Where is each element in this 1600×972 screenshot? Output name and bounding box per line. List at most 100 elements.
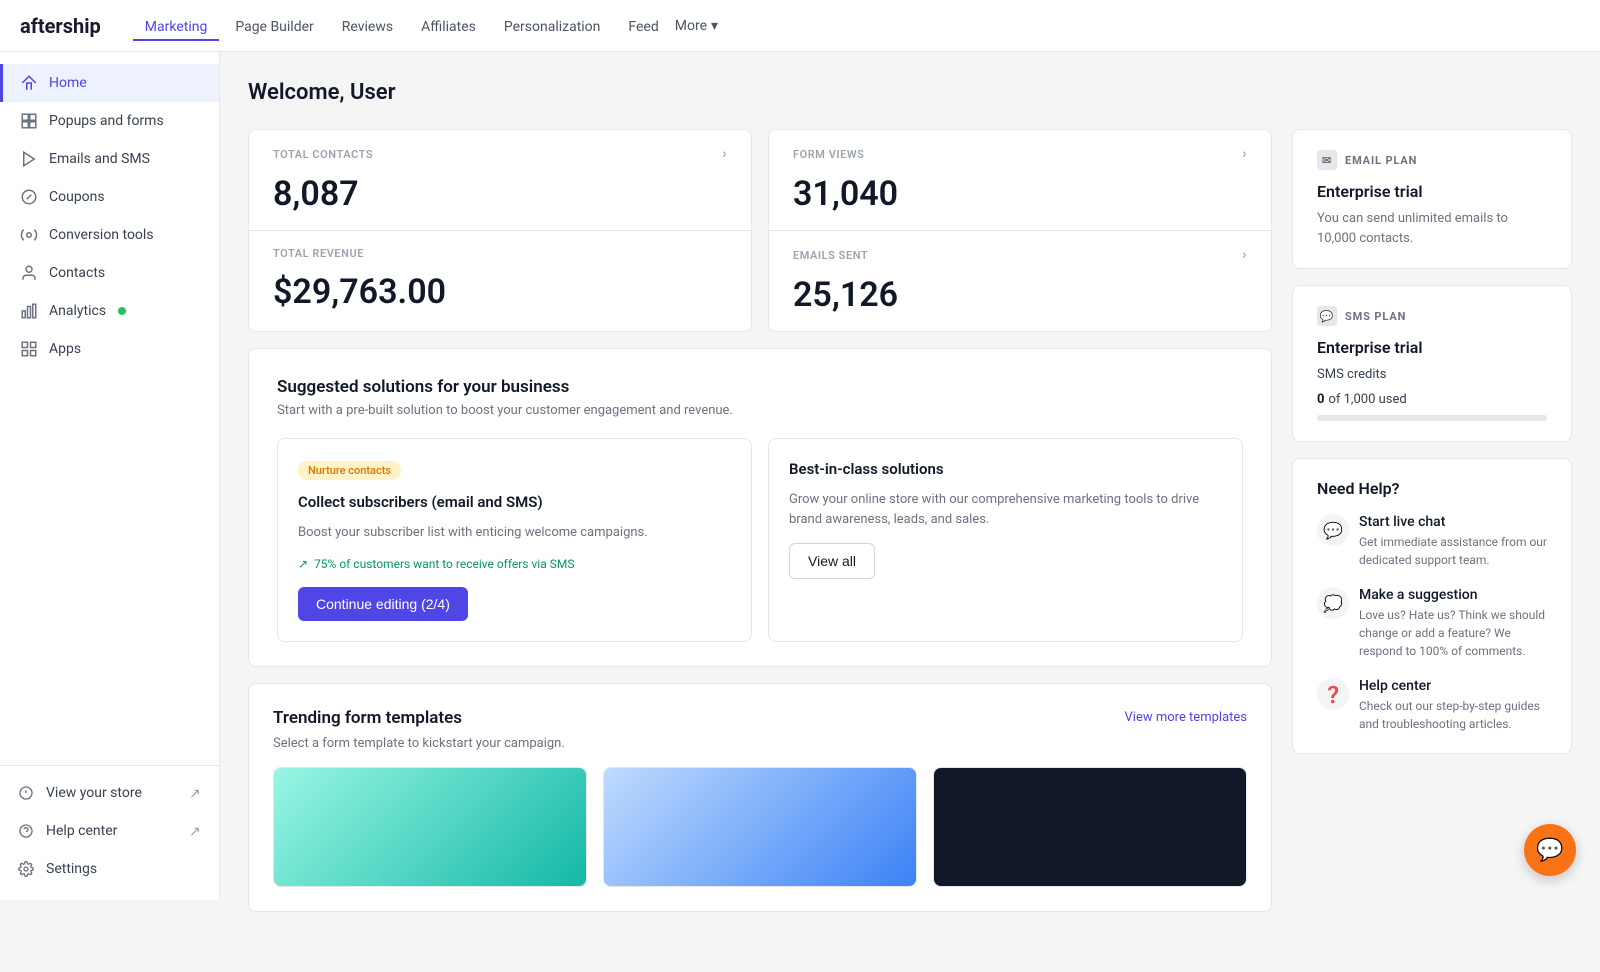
chevron-down-icon: ▾ <box>711 18 718 34</box>
solutions-title: Suggested solutions for your business <box>277 377 1243 397</box>
main-content: Welcome, User TOTAL CONTACTS › 8,087 <box>220 52 1600 972</box>
view-all-button[interactable]: View all <box>789 543 875 579</box>
live-chat-desc: Get immediate assistance from our dedica… <box>1359 533 1547 569</box>
sms-credits-amount: 0 of 1,000 used <box>1317 392 1547 407</box>
nav-item-reviews[interactable]: Reviews <box>330 16 405 35</box>
external-link-icon-2: ↗ <box>189 824 203 838</box>
nav-item-page-builder[interactable]: Page Builder <box>223 16 325 35</box>
form-views-arrow[interactable]: › <box>1242 146 1247 162</box>
emails-icon <box>19 149 39 169</box>
nav-link-marketing[interactable]: Marketing <box>133 13 220 41</box>
sidebar-help-center[interactable]: Help center ↗ <box>0 812 219 850</box>
nav-link-feed[interactable]: Feed <box>616 13 670 41</box>
total-revenue-section: TOTAL REVENUE $29,763.00 <box>249 231 751 328</box>
sidebar-view-store[interactable]: View your store ↗ <box>0 774 219 812</box>
sidebar-item-emails[interactable]: Emails and SMS <box>0 140 219 178</box>
help-icon <box>16 821 36 841</box>
conversion-icon <box>19 225 39 245</box>
nav-link-affiliates[interactable]: Affiliates <box>409 13 488 41</box>
sms-plan-header: 💬 SMS PLAN <box>1317 306 1547 326</box>
continue-editing-button[interactable]: Continue editing (2/4) <box>298 587 468 621</box>
template-preview-1[interactable] <box>273 767 587 887</box>
sidebar-item-conversion[interactable]: Conversion tools <box>0 216 219 254</box>
nav-link-page-builder[interactable]: Page Builder <box>223 13 325 41</box>
sidebar-item-home[interactable]: Home <box>0 64 219 102</box>
solution-item-1-desc: Boost your subscriber list with enticing… <box>298 523 731 543</box>
chat-fab-icon: 💬 <box>1536 838 1563 863</box>
nav-link-reviews[interactable]: Reviews <box>330 13 405 41</box>
email-plan-title: Enterprise trial <box>1317 182 1547 201</box>
email-plan-icon: ✉ <box>1317 150 1337 170</box>
suggestion-content: Make a suggestion Love us? Hate us? Thin… <box>1359 587 1547 660</box>
right-col: ✉ EMAIL PLAN Enterprise trial You can se… <box>1292 129 1572 932</box>
contacts-revenue-card: TOTAL CONTACTS › 8,087 TOTAL REVENUE $29… <box>248 129 752 332</box>
live-chat-title: Start live chat <box>1359 514 1547 530</box>
nav-link-personalization[interactable]: Personalization <box>492 13 613 41</box>
help-item-live-chat[interactable]: 💬 Start live chat Get immediate assistan… <box>1317 514 1547 569</box>
nav-item-affiliates[interactable]: Affiliates <box>409 16 488 35</box>
sidebar-item-coupons[interactable]: Coupons <box>0 178 219 216</box>
logo[interactable]: aftership <box>20 14 101 38</box>
nav-links: Marketing Page Builder Reviews Affiliate… <box>133 16 718 35</box>
total-revenue-label: TOTAL REVENUE <box>273 247 727 260</box>
trending-section: Trending form templates View more templa… <box>248 683 1272 912</box>
chat-fab[interactable]: 💬 <box>1524 824 1576 876</box>
layout: Home Popups and forms Emails and SMS Cou… <box>0 0 1600 972</box>
analytics-icon <box>19 301 39 321</box>
trending-header: Trending form templates View more templa… <box>273 708 1247 728</box>
help-item-suggestion[interactable]: 💭 Make a suggestion Love us? Hate us? Th… <box>1317 587 1547 660</box>
help-card-title: Need Help? <box>1317 479 1547 498</box>
external-link-icon: ↗ <box>189 786 203 800</box>
solution-item-1-title: Collect subscribers (email and SMS) <box>298 492 731 513</box>
coupons-icon <box>19 187 39 207</box>
solutions-desc: Start with a pre-built solution to boost… <box>277 403 1243 418</box>
sidebar-item-apps[interactable]: Apps <box>0 330 219 368</box>
settings-icon <box>16 859 36 879</box>
help-center-title: Help center <box>1359 678 1547 694</box>
sms-plan-card: 💬 SMS PLAN Enterprise trial SMS credits … <box>1292 285 1572 442</box>
sms-progress-bar <box>1317 415 1547 421</box>
solution-item-2: Best-in-class solutions Grow your online… <box>768 438 1243 642</box>
solutions-inner: Nurture contacts Collect subscribers (em… <box>277 438 1243 642</box>
emails-sent-arrow[interactable]: › <box>1242 247 1247 263</box>
sidebar-item-popups[interactable]: Popups and forms <box>0 102 219 140</box>
sms-credits-total: of 1,000 used <box>1328 392 1406 407</box>
solution-item-1: Nurture contacts Collect subscribers (em… <box>277 438 752 642</box>
nav-item-feed[interactable]: Feed <box>616 16 670 35</box>
top-nav: aftership Marketing Page Builder Reviews… <box>0 0 1600 52</box>
help-center-desc: Check out our step-by-step guides and tr… <box>1359 697 1547 733</box>
nav-item-marketing[interactable]: Marketing <box>133 16 220 35</box>
template-preview-2[interactable] <box>603 767 917 887</box>
content-grid: TOTAL CONTACTS › 8,087 TOTAL REVENUE $29… <box>248 129 1572 932</box>
popups-icon <box>19 111 39 131</box>
nav-more-button[interactable]: More ▾ <box>675 18 718 34</box>
sidebar-settings[interactable]: Settings <box>0 850 219 888</box>
emails-sent-value: 25,126 <box>793 275 1247 315</box>
trend-up-icon: ↗ <box>298 557 308 571</box>
template-preview-3[interactable] <box>933 767 1247 887</box>
contacts-arrow[interactable]: › <box>722 146 727 162</box>
total-contacts-label: TOTAL CONTACTS › <box>273 146 727 162</box>
sidebar-item-contacts[interactable]: Contacts <box>0 254 219 292</box>
trending-title: Trending form templates <box>273 708 462 728</box>
help-item-help-center[interactable]: ❓ Help center Check out our step-by-step… <box>1317 678 1547 733</box>
help-center-content: Help center Check out our step-by-step g… <box>1359 678 1547 733</box>
view-more-templates-link[interactable]: View more templates <box>1125 710 1247 725</box>
solution-item-2-desc: Grow your online store with our comprehe… <box>789 490 1222 529</box>
sidebar-item-analytics[interactable]: Analytics <box>0 292 219 330</box>
template-previews <box>273 767 1247 887</box>
page-title: Welcome, User <box>248 80 1572 105</box>
nav-item-personalization[interactable]: Personalization <box>492 16 613 35</box>
total-revenue-value: $29,763.00 <box>273 272 727 312</box>
apps-icon <box>19 339 39 359</box>
sms-plan-icon: 💬 <box>1317 306 1337 326</box>
nav-item-more[interactable]: More ▾ <box>675 18 718 34</box>
sidebar: Home Popups and forms Emails and SMS Cou… <box>0 52 220 900</box>
sidebar-bottom: View your store ↗ Help center ↗ Settings <box>0 765 219 888</box>
help-center-icon: ❓ <box>1317 678 1349 710</box>
form-views-label: FORM VIEWS › <box>793 146 1247 162</box>
sms-credits-row: SMS credits <box>1317 367 1547 382</box>
analytics-badge <box>118 307 126 315</box>
trending-desc: Select a form template to kickstart your… <box>273 736 1247 751</box>
help-card: Need Help? 💬 Start live chat Get immedia… <box>1292 458 1572 754</box>
